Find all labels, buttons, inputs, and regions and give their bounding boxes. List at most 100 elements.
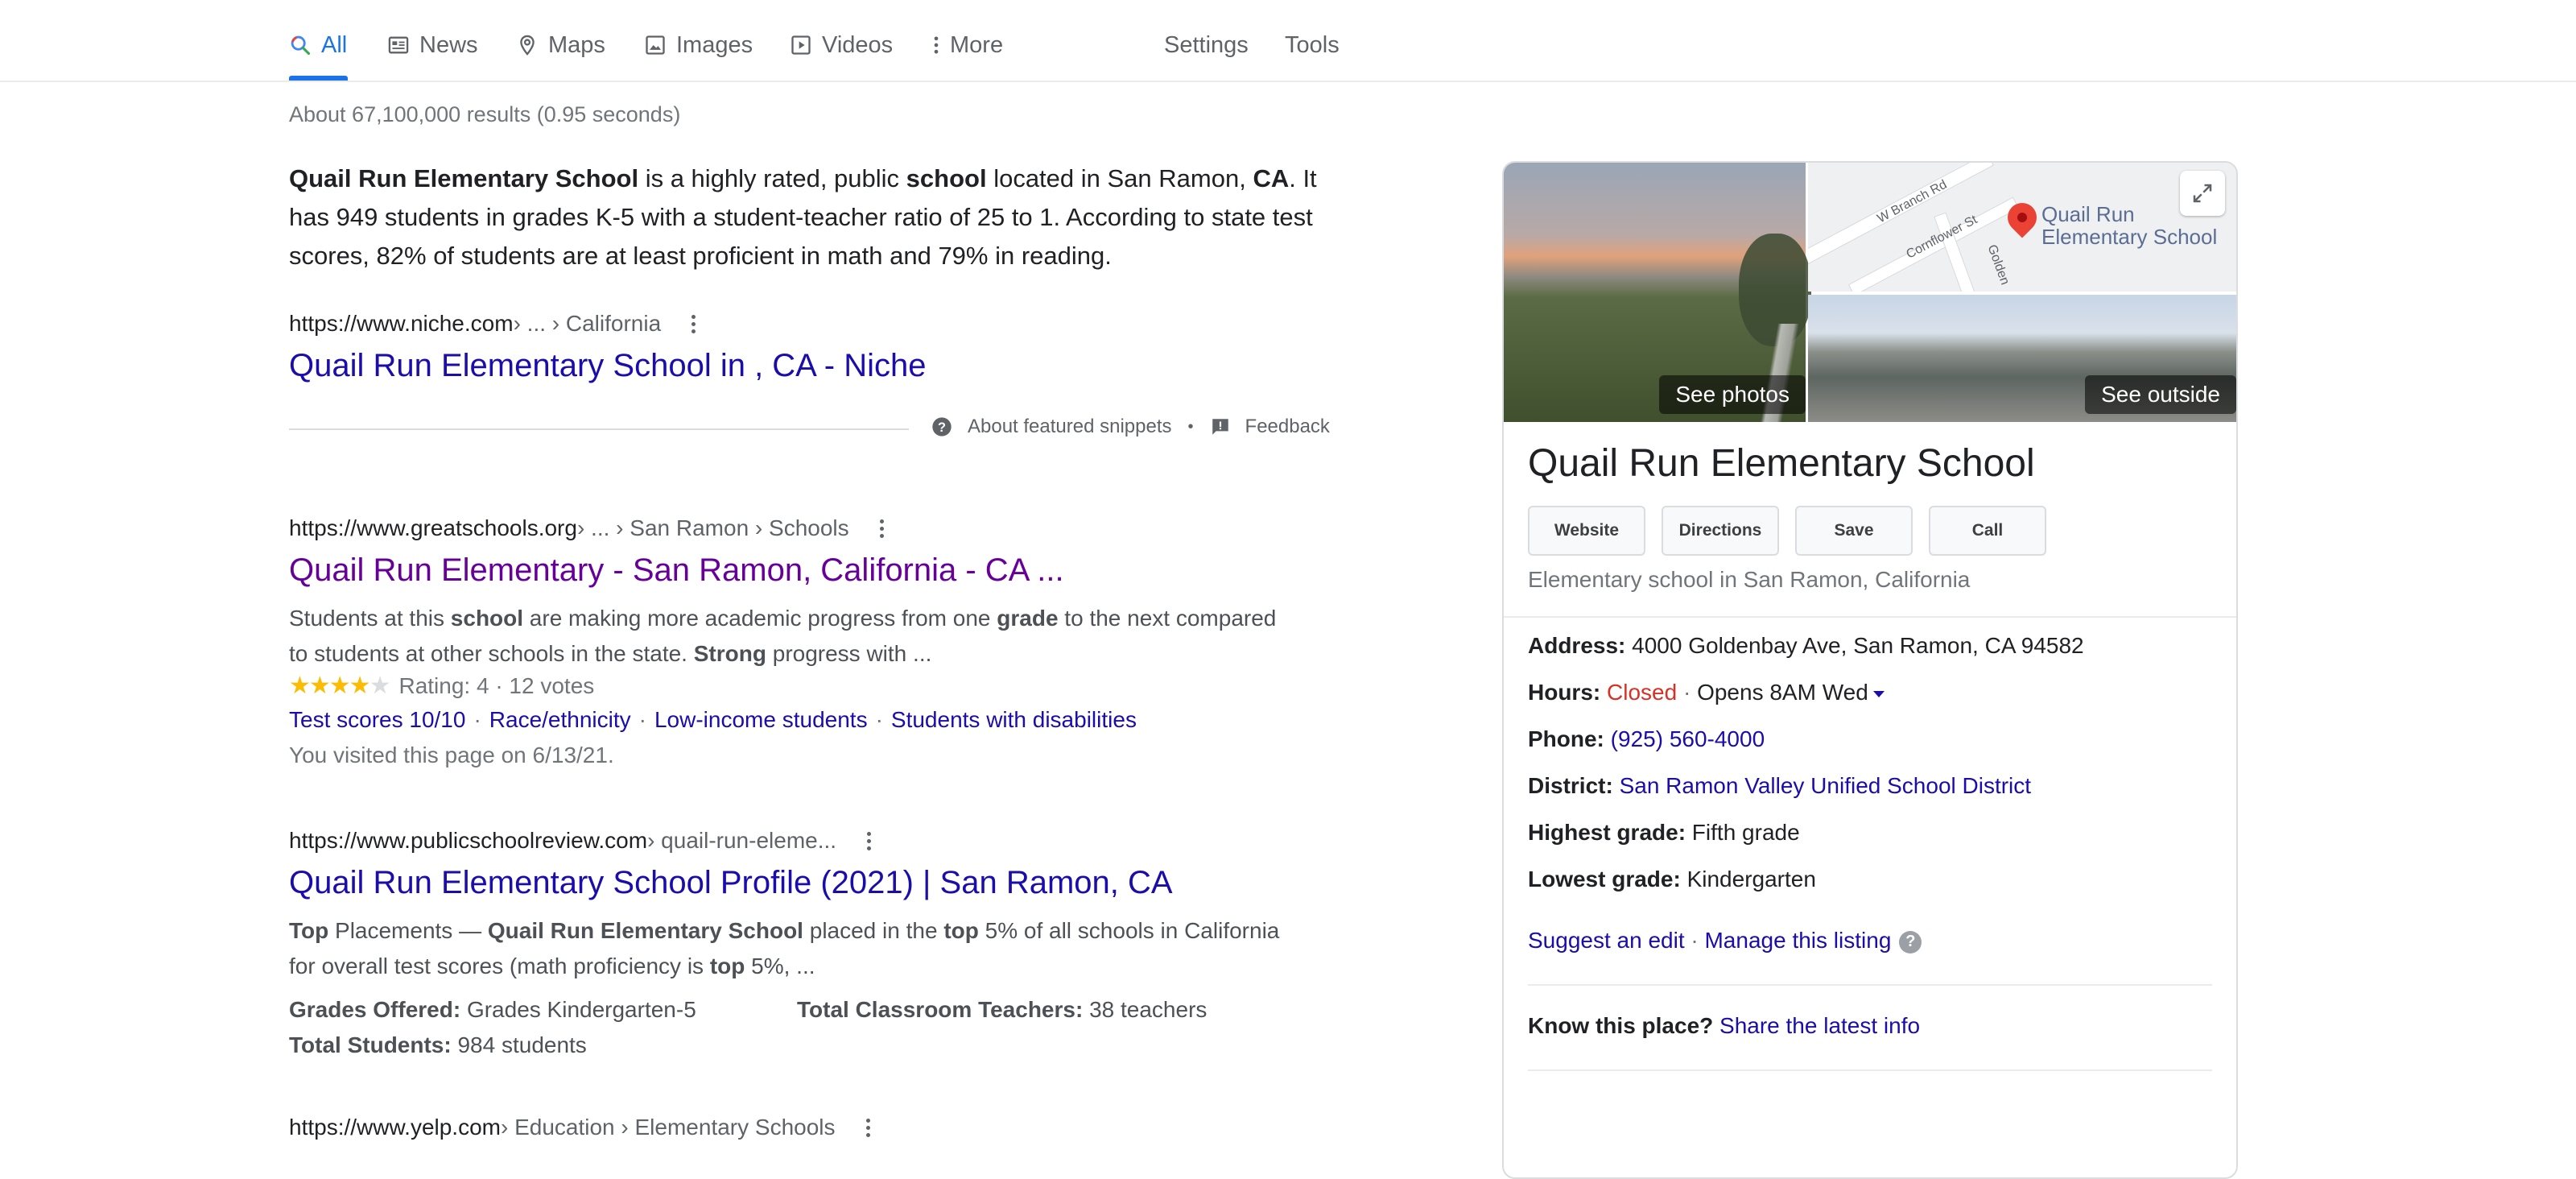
more-options-icon[interactable] bbox=[867, 829, 872, 854]
edit-links-row: Suggest an edit · Manage this listing? bbox=[1528, 928, 1922, 954]
cite-domain: https://www.niche.com bbox=[289, 311, 514, 336]
desc-bold: school bbox=[450, 606, 524, 631]
row-label: Lowest grade: bbox=[1528, 867, 1681, 891]
park-photo[interactable]: See photos bbox=[1504, 163, 1811, 422]
cite-breadcrumb: › ... › California bbox=[513, 311, 662, 336]
fact-label: Total Students: bbox=[289, 1032, 452, 1057]
settings-link[interactable]: Settings bbox=[1164, 29, 1249, 61]
featured-cite[interactable]: https://www.niche.com › ... › California bbox=[289, 311, 696, 337]
manage-listing-link[interactable]: Manage this listing bbox=[1704, 928, 1891, 953]
sitelink[interactable]: Race/ethnicity bbox=[489, 707, 631, 732]
desc-bold: top bbox=[943, 918, 979, 943]
video-icon bbox=[791, 35, 811, 55]
help-icon: ? bbox=[932, 417, 952, 436]
lowest-grade-row: Lowest grade: Kindergarten bbox=[1528, 867, 1816, 892]
divider bbox=[1528, 984, 2212, 986]
divider bbox=[1504, 616, 2236, 618]
tab-label: Images bbox=[676, 31, 753, 58]
row-label: Address: bbox=[1528, 633, 1626, 658]
snippet-text: is a highly rated, public bbox=[638, 164, 906, 192]
hours-row: Hours: Closed · Opens 8AM Wed bbox=[1528, 680, 1885, 705]
sitelink[interactable]: Students with disabilities bbox=[891, 707, 1137, 732]
hours-status: Closed bbox=[1607, 680, 1678, 705]
result-cite[interactable]: https://www.publicschoolreview.com › qua… bbox=[289, 828, 872, 854]
desc-text: 5%, ... bbox=[745, 954, 815, 978]
see-photos-button[interactable]: See photos bbox=[1659, 375, 1806, 414]
place-category: Elementary school in San Ramon, Californ… bbox=[1528, 567, 1971, 592]
location-map[interactable]: W Branch Rd Cornflower St Golden Quail R… bbox=[1808, 163, 2236, 292]
expand-map-button[interactable] bbox=[2180, 171, 2225, 216]
separator: · bbox=[875, 707, 883, 732]
district-link[interactable]: San Ramon Valley Unified School District bbox=[1620, 773, 2031, 798]
suggest-edit-link[interactable]: Suggest an edit bbox=[1528, 928, 1685, 953]
map-pin-icon bbox=[520, 35, 535, 56]
row-label: Highest grade: bbox=[1528, 820, 1686, 845]
fact-teachers: Total Classroom Teachers: 38 teachers bbox=[797, 997, 1207, 1023]
tab-label: Maps bbox=[548, 31, 605, 58]
more-options-icon[interactable] bbox=[879, 516, 885, 541]
chevron-down-icon[interactable] bbox=[1872, 690, 1885, 697]
visited-note: You visited this page on 6/13/21. bbox=[289, 743, 614, 767]
more-vert-icon bbox=[934, 36, 939, 54]
sitelink[interactable]: Low-income students bbox=[654, 707, 868, 732]
result-stats: About 67,100,000 results (0.95 seconds) bbox=[289, 102, 681, 126]
district-row: District: San Ramon Valley Unified Schoo… bbox=[1528, 773, 2031, 799]
address-row: Address: 4000 Goldenbay Ave, San Ramon, … bbox=[1528, 633, 2084, 659]
rating-stars: ★★★★★ bbox=[289, 672, 390, 699]
save-button[interactable]: Save bbox=[1795, 506, 1913, 556]
expand-icon bbox=[2193, 184, 2212, 203]
share-info-link[interactable]: Share the latest info bbox=[1719, 1013, 1920, 1038]
result-cite[interactable]: https://www.yelp.com › Education › Eleme… bbox=[289, 1115, 871, 1140]
cite-breadcrumb: › Education › Elementary Schools bbox=[500, 1115, 836, 1140]
row-label: Phone: bbox=[1528, 726, 1604, 751]
fact-label: Grades Offered: bbox=[289, 997, 461, 1022]
phone-row: Phone: (925) 560-4000 bbox=[1528, 726, 1765, 752]
highest-grade-row: Highest grade: Fifth grade bbox=[1528, 820, 1800, 846]
desc-text: placed in the bbox=[803, 918, 944, 943]
fact-value: Grades Kindergarten-5 bbox=[460, 997, 696, 1022]
tab-images[interactable]: Images bbox=[644, 29, 753, 61]
divider bbox=[1528, 1069, 2212, 1071]
tab-news[interactable]: News bbox=[387, 29, 478, 61]
phone-link[interactable]: (925) 560-4000 bbox=[1611, 726, 1765, 751]
street-view-photo[interactable]: See outside bbox=[1808, 295, 2236, 422]
directions-button[interactable]: Directions bbox=[1662, 506, 1779, 556]
feedback-link[interactable]: Feedback bbox=[1245, 416, 1330, 438]
action-buttons: Website Directions Save Call bbox=[1528, 506, 2046, 556]
dot-separator: • bbox=[1187, 417, 1194, 436]
row-value: 4000 Goldenbay Ave, San Ramon, CA 94582 bbox=[1625, 633, 2084, 658]
tab-label: More bbox=[950, 31, 1004, 58]
result-cite[interactable]: https://www.greatschools.org › ... › San… bbox=[289, 515, 885, 541]
tab-more[interactable]: More bbox=[932, 29, 1003, 61]
featured-result-title[interactable]: Quail Run Elementary School in , CA - Ni… bbox=[289, 348, 926, 384]
desc-bold: Top bbox=[289, 918, 329, 943]
tab-all[interactable]: All bbox=[289, 29, 347, 61]
tab-maps[interactable]: Maps bbox=[516, 29, 605, 61]
more-options-icon[interactable] bbox=[691, 312, 696, 337]
row-label: Hours: bbox=[1528, 680, 1601, 705]
tools-link[interactable]: Tools bbox=[1285, 29, 1340, 61]
tab-label: News bbox=[419, 31, 478, 58]
about-featured-snippets: ? About featured snippets • Feedback bbox=[931, 416, 1330, 438]
see-outside-button[interactable]: See outside bbox=[2085, 375, 2236, 414]
cite-domain: https://www.yelp.com bbox=[289, 1115, 501, 1140]
about-snippets-link[interactable]: About featured snippets bbox=[968, 416, 1172, 438]
result-title[interactable]: Quail Run Elementary - San Ramon, Califo… bbox=[289, 552, 1064, 589]
desc-bold: top bbox=[709, 954, 745, 978]
desc-text: are making more academic progress from o… bbox=[523, 606, 997, 631]
rating: ★★★★★ Rating: 4 · 12 votes bbox=[289, 672, 594, 700]
more-options-icon[interactable] bbox=[865, 1115, 871, 1140]
cite-domain: https://www.publicschoolreview.com bbox=[289, 828, 648, 853]
result-title[interactable]: Quail Run Elementary School Profile (202… bbox=[289, 865, 1173, 901]
row-label: Know this place? bbox=[1528, 1013, 1714, 1038]
sitelink[interactable]: Test scores 10/10 bbox=[289, 707, 465, 732]
hours-next-open[interactable]: Opens 8AM Wed bbox=[1697, 680, 1868, 705]
desc-bold: grade bbox=[997, 606, 1059, 631]
call-button[interactable]: Call bbox=[1929, 506, 2046, 556]
tab-videos[interactable]: Videos bbox=[790, 29, 893, 61]
website-button[interactable]: Website bbox=[1528, 506, 1645, 556]
separator: · bbox=[473, 707, 481, 732]
fact-value: 984 students bbox=[451, 1032, 587, 1057]
help-icon[interactable]: ? bbox=[1899, 930, 1922, 954]
desc-text: Students at this bbox=[289, 606, 451, 631]
